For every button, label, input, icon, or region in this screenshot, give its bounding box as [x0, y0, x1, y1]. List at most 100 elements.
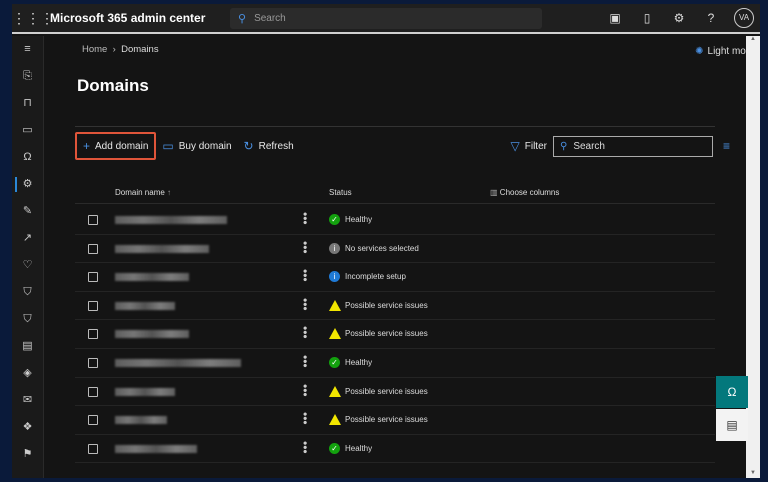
refresh-button[interactable]: ↻ Refresh: [238, 133, 300, 159]
row-checkbox[interactable]: [88, 386, 98, 397]
compliance-shield-icon[interactable]: ⛉: [12, 306, 43, 333]
column-status[interactable]: Status: [329, 188, 352, 197]
domain-name-redacted[interactable]: [115, 416, 167, 425]
domain-name-redacted[interactable]: [115, 216, 227, 224]
table-row[interactable]: ••• Possible service issues: [75, 378, 715, 407]
help-support-button[interactable]: Ω: [716, 376, 748, 408]
row-checkbox[interactable]: [88, 357, 98, 368]
domain-search-input[interactable]: ⚲ Search: [552, 135, 713, 157]
domain-name-redacted[interactable]: [115, 244, 209, 253]
status-ok-icon: ✓: [329, 356, 340, 368]
view-options-icon[interactable]: ≡: [723, 139, 730, 153]
breadcrumb: Home › Domains: [82, 44, 159, 55]
domain-name-redacted[interactable]: [115, 387, 175, 396]
domain-name-redacted[interactable]: [115, 444, 197, 453]
exchange-icon[interactable]: ✉: [12, 387, 43, 414]
domain-name-redacted[interactable]: [115, 358, 241, 367]
domain-name-redacted[interactable]: [115, 273, 189, 282]
add-domain-button[interactable]: + Add domain: [75, 132, 157, 160]
settings-icon[interactable]: ⚙: [12, 171, 43, 198]
app-title[interactable]: Microsoft 365 admin center: [50, 11, 230, 25]
column-domain-label: Domain name: [115, 188, 165, 197]
table-row[interactable]: ••• ✓ Healthy: [75, 206, 715, 235]
health-icon[interactable]: ♡: [12, 252, 43, 279]
scrollbar[interactable]: ▲ ▼: [746, 36, 760, 478]
more-actions-icon[interactable]: •••: [298, 212, 312, 225]
status-text: Possible service issues: [345, 300, 428, 310]
reports-icon[interactable]: ↗: [12, 225, 43, 252]
more-actions-icon[interactable]: •••: [298, 298, 312, 311]
teams-icon[interactable]: ⚑: [12, 441, 43, 468]
status-text: Healthy: [345, 357, 373, 367]
buy-domain-label: Buy domain: [178, 140, 232, 152]
table-row[interactable]: ••• Possible service issues: [75, 292, 715, 321]
row-checkbox[interactable]: [88, 443, 98, 454]
domain-list: ••• ✓ Healthy ••• i No services selected…: [75, 206, 715, 464]
users-icon[interactable]: ⎘: [12, 63, 43, 90]
row-checkbox[interactable]: [88, 300, 98, 311]
azure-icon[interactable]: ◈: [12, 360, 43, 387]
billing-bag-icon[interactable]: ⊓: [12, 90, 43, 117]
domain-name-redacted[interactable]: [115, 301, 175, 310]
breadcrumb-home[interactable]: Home: [82, 44, 107, 55]
app-launcher-icon[interactable]: ⋮⋮⋮: [12, 10, 54, 27]
buy-domain-button[interactable]: ▭ Buy domain: [156, 133, 237, 159]
search-icon: ⚲: [238, 13, 247, 25]
table-row[interactable]: ••• ✓ Healthy: [75, 435, 715, 464]
more-actions-icon[interactable]: •••: [298, 441, 312, 454]
row-checkbox[interactable]: [88, 329, 98, 340]
refresh-label: Refresh: [258, 140, 294, 152]
headset-icon[interactable]: Ω: [12, 144, 43, 171]
table-row[interactable]: ••• ✓ Healthy: [75, 349, 715, 378]
more-actions-icon[interactable]: •••: [298, 355, 312, 368]
terminal-icon[interactable]: ▣: [606, 11, 624, 25]
global-search-input[interactable]: ⚲ Search: [230, 8, 542, 29]
card-icon[interactable]: ▭: [12, 117, 43, 144]
divider: [75, 126, 715, 127]
more-actions-icon[interactable]: •••: [298, 326, 312, 339]
more-actions-icon[interactable]: •••: [298, 241, 312, 254]
admin-center-window: ⋮⋮⋮ Microsoft 365 admin center ⚲ Search ▣…: [12, 4, 760, 478]
status-warn-icon: [329, 299, 341, 311]
search-icon: ⚲: [559, 140, 568, 152]
table-header: Domain name ↑ Status ▥ Choose columns: [75, 184, 715, 204]
status-ok-icon: ✓: [329, 442, 340, 454]
table-row[interactable]: ••• Possible service issues: [75, 320, 715, 349]
status-text: No services selected: [345, 243, 419, 253]
security-shield-icon[interactable]: ⛉: [12, 279, 43, 306]
scroll-down-icon[interactable]: ▼: [746, 470, 760, 476]
table-row[interactable]: ••• i No services selected: [75, 235, 715, 264]
status-text: Healthy: [345, 443, 373, 453]
domain-name-redacted[interactable]: [115, 330, 189, 339]
status-text: Possible service issues: [345, 329, 428, 339]
scroll-up-icon[interactable]: ▲: [746, 36, 760, 42]
column-domain-name[interactable]: Domain name ↑: [115, 188, 171, 197]
status-text: Incomplete setup: [345, 272, 406, 282]
filter-button[interactable]: ▽ Filter: [505, 133, 553, 159]
avatar[interactable]: VA: [734, 8, 754, 28]
gear-icon[interactable]: ⚙: [670, 11, 688, 25]
endpoint-icon[interactable]: ▤: [12, 333, 43, 360]
status-ok-icon: ✓: [329, 214, 340, 225]
status-warn-icon: [329, 328, 341, 340]
more-actions-icon[interactable]: •••: [298, 269, 312, 282]
table-row[interactable]: ••• Possible service issues: [75, 406, 715, 435]
mobile-app-icon[interactable]: ▯: [638, 11, 656, 25]
feedback-button[interactable]: ▤: [716, 409, 748, 441]
sharepoint-icon[interactable]: ❖: [12, 414, 43, 441]
add-domain-label: Add domain: [95, 140, 149, 152]
row-checkbox[interactable]: [88, 272, 98, 283]
help-icon[interactable]: ?: [702, 11, 720, 25]
status-warn-icon: [329, 414, 341, 426]
row-checkbox[interactable]: [88, 243, 98, 254]
choose-columns-button[interactable]: ▥ Choose columns: [490, 188, 559, 197]
table-row[interactable]: ••• i Incomplete setup: [75, 263, 715, 292]
wrench-icon[interactable]: ✎: [12, 198, 43, 225]
row-checkbox[interactable]: [88, 415, 98, 426]
more-actions-icon[interactable]: •••: [298, 412, 312, 425]
hamburger-icon[interactable]: ≡: [12, 36, 43, 63]
more-actions-icon[interactable]: •••: [298, 384, 312, 397]
sun-icon: ✺: [695, 46, 704, 57]
columns-icon: ▥: [490, 188, 498, 197]
row-checkbox[interactable]: [88, 215, 98, 225]
